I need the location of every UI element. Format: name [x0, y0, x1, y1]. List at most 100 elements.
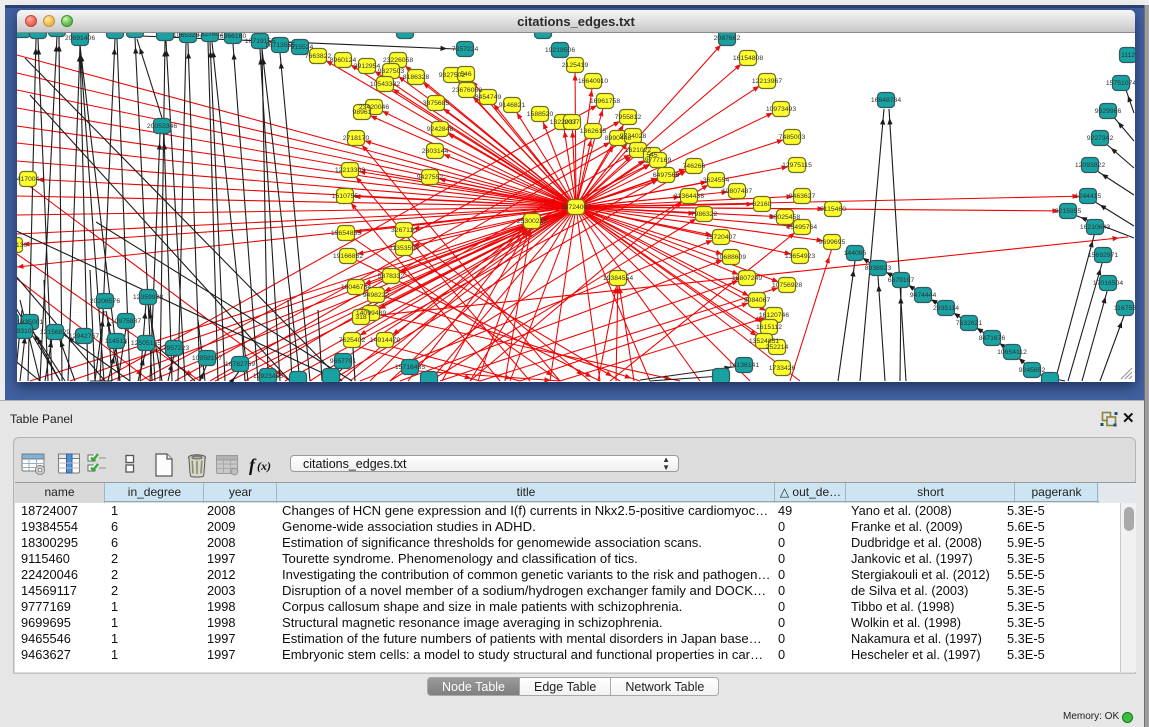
svg-text:23226058: 23226058	[383, 57, 413, 64]
svg-text:15716485: 15716485	[395, 364, 425, 371]
svg-text:12213967: 12213967	[752, 78, 782, 85]
svg-text:2037: 2037	[564, 119, 579, 126]
svg-text:3912954: 3912954	[354, 63, 381, 70]
svg-text:12156829: 12156829	[40, 329, 70, 336]
svg-text:252214: 252214	[766, 344, 789, 351]
svg-text:98961: 98961	[353, 109, 372, 116]
svg-text:6879197: 6879197	[888, 277, 915, 284]
svg-text:8186328: 8186328	[403, 74, 430, 81]
svg-text:13654923: 13654923	[785, 253, 815, 260]
svg-text:114513: 114513	[105, 338, 127, 345]
svg-text:1244415: 1244415	[1075, 193, 1102, 200]
svg-text:20691406: 20691406	[65, 35, 95, 42]
svg-text:7632621: 7632621	[956, 320, 983, 327]
svg-text:10756928: 10756928	[772, 282, 802, 289]
svg-text:19384554: 19384554	[603, 275, 633, 282]
svg-text:21364436: 21364436	[674, 193, 704, 200]
svg-text:8960124: 8960124	[330, 57, 357, 64]
svg-text:9734028: 9734028	[620, 133, 647, 140]
svg-text:8938923: 8938923	[865, 265, 892, 272]
svg-text:12505155: 12505155	[131, 340, 161, 347]
svg-text:(x): (x)	[257, 459, 271, 473]
svg-text:16120746: 16120746	[759, 312, 789, 319]
svg-text:7986322: 7986322	[691, 211, 718, 218]
svg-text:12923465: 12923465	[253, 373, 283, 380]
svg-text:7625402: 7625402	[339, 337, 366, 344]
svg-text:2935114: 2935114	[933, 305, 959, 312]
svg-text:15692971: 15692971	[1088, 252, 1118, 259]
svg-text:17016504: 17016504	[1093, 280, 1123, 287]
svg-text:10688609: 10688609	[716, 254, 746, 261]
svg-text:318: 318	[355, 314, 367, 321]
svg-text:7357224: 7357224	[452, 46, 479, 53]
svg-text:12975115: 12975115	[782, 162, 812, 169]
svg-text:16640910: 16640910	[578, 78, 608, 85]
svg-text:1733426: 1733426	[769, 365, 796, 372]
svg-text:3215955: 3215955	[1055, 208, 1082, 215]
svg-text:9084067: 9084067	[744, 297, 771, 304]
svg-text:23676068: 23676068	[452, 87, 482, 94]
svg-text:9329966: 9329966	[1095, 108, 1122, 115]
svg-text:2125419: 2125419	[562, 62, 589, 69]
svg-text:3267110: 3267110	[391, 227, 417, 234]
svg-text:9242848: 9242848	[427, 126, 454, 133]
svg-text:14136141: 14136141	[729, 362, 759, 369]
svg-text:546: 546	[460, 71, 472, 78]
svg-text:7515524: 7515524	[287, 44, 314, 51]
svg-text:8813054: 8813054	[530, 33, 557, 35]
svg-text:2718170: 2718170	[343, 135, 370, 142]
svg-text:17957223: 17957223	[159, 345, 189, 352]
svg-text:10025458: 10025458	[770, 214, 800, 221]
svg-text:16033809: 16033809	[390, 33, 420, 35]
svg-text:10807487: 10807487	[722, 188, 752, 195]
svg-text:393101: 393101	[17, 328, 36, 335]
svg-text:1112: 1112	[1121, 52, 1135, 59]
svg-text:1588520: 1588520	[527, 111, 554, 118]
svg-text:9146821: 9146821	[499, 102, 526, 109]
svg-text:12093822: 12093822	[1075, 162, 1105, 169]
svg-text:16154808: 16154808	[733, 55, 763, 62]
svg-text:144095: 144095	[844, 250, 867, 257]
svg-text:12055724: 12055724	[23, 33, 53, 35]
svg-text:14914479: 14914479	[370, 337, 400, 344]
svg-text:62160: 62160	[753, 201, 772, 208]
svg-text:3624554: 3624554	[703, 177, 730, 184]
svg-text:3875685: 3875685	[423, 100, 450, 107]
svg-text:f: f	[249, 455, 257, 475]
svg-text:16782759: 16782759	[225, 361, 255, 368]
svg-text:19218506: 19218506	[545, 47, 575, 54]
svg-text:417004: 417004	[17, 176, 40, 183]
svg-text:3267130: 3267130	[17, 242, 27, 249]
svg-text:8454749: 8454749	[475, 94, 502, 101]
svg-text:9227342: 9227342	[1087, 135, 1114, 142]
svg-text:116753: 116753	[1114, 305, 1135, 312]
svg-text:9427552: 9427552	[417, 174, 444, 181]
svg-text:8471676: 8471676	[979, 335, 1006, 342]
svg-text:9463627: 9463627	[789, 193, 816, 200]
svg-text:15751074: 15751074	[1106, 80, 1135, 87]
svg-text:10543382: 10543382	[370, 81, 400, 88]
svg-text:9699695: 9699695	[819, 239, 846, 246]
svg-text:15720407: 15720407	[706, 234, 736, 241]
svg-text:15495764: 15495764	[787, 224, 817, 231]
svg-text:1362615: 1362615	[580, 128, 607, 135]
svg-text:6497568: 6497568	[653, 172, 680, 179]
svg-text:9245652: 9245652	[1019, 367, 1046, 374]
svg-text:7485003: 7485003	[779, 134, 806, 141]
svg-text:12359928: 12359928	[133, 294, 163, 301]
svg-text:2087662: 2087662	[714, 35, 741, 42]
svg-text:10958157: 10958157	[192, 355, 222, 362]
svg-text:6966160: 6966160	[220, 33, 247, 40]
svg-text:10973493: 10973493	[766, 106, 796, 113]
svg-text:1610755: 1610755	[332, 193, 359, 200]
svg-text:9115460: 9115460	[820, 206, 846, 213]
svg-text:10975887: 10975887	[111, 318, 141, 325]
svg-text:18724007: 18724007	[561, 204, 591, 211]
svg-text:16961758: 16961758	[590, 98, 620, 105]
svg-text:12942757: 12942757	[69, 333, 99, 340]
svg-text:9498222: 9498222	[363, 292, 390, 299]
svg-text:746266: 746266	[683, 163, 706, 170]
svg-text:11353594: 11353594	[389, 245, 419, 252]
svg-text:9474444: 9474444	[910, 292, 937, 299]
svg-text:1615112: 1615112	[756, 324, 782, 331]
